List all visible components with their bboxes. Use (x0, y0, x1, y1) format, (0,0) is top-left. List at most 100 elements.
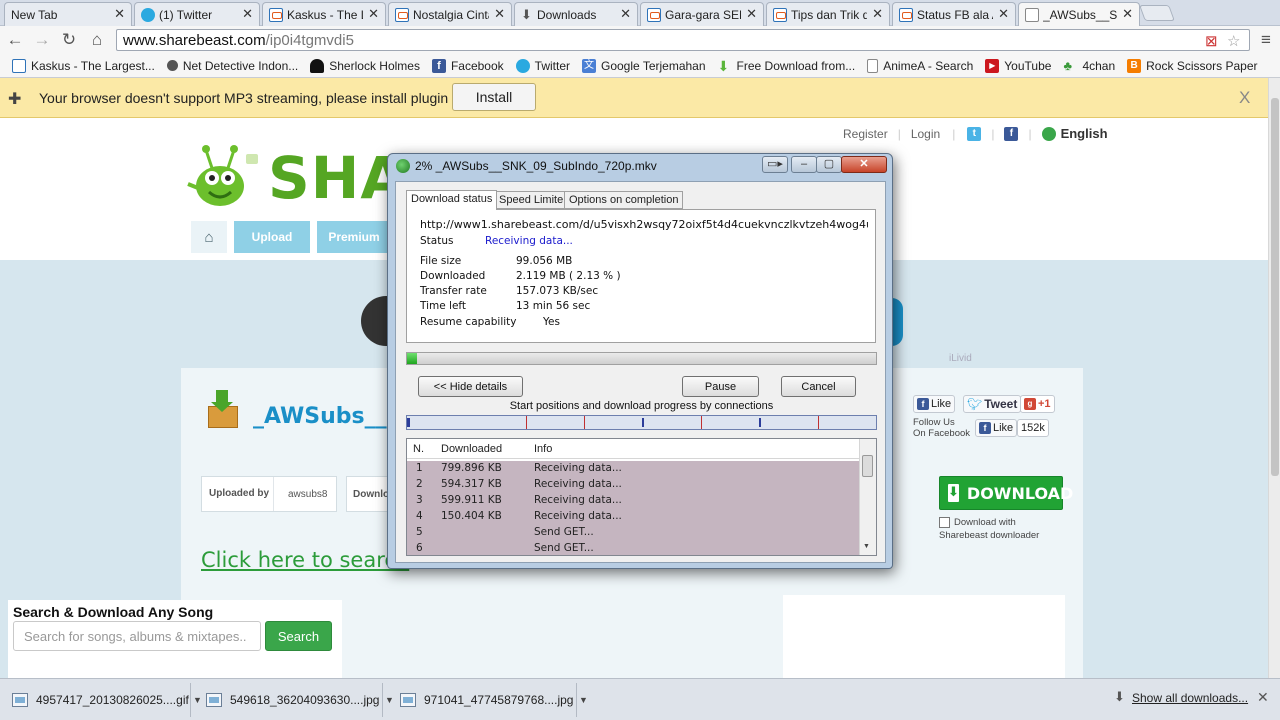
table-row[interactable]: 2 594.317 KB Receiving data... (407, 477, 859, 493)
row-n: 1 (416, 462, 423, 474)
close-icon[interactable]: ✕ (368, 6, 379, 22)
tab-awsubs[interactable]: _AWSubs__SNK_ ✕ (1018, 2, 1140, 27)
facebook-like-button-2[interactable]: f Like (975, 419, 1018, 437)
page-scrollbar[interactable] (1268, 78, 1280, 678)
home-icon[interactable]: ⌂ (86, 30, 108, 50)
chevron-down-icon[interactable]: ▼ (576, 683, 590, 717)
download-item[interactable]: 549618_36204093630....jpg ▼ (206, 683, 394, 717)
tab-nostalgia[interactable]: Nostalgia Cinta ✕ (388, 2, 512, 26)
minimize-icon[interactable]: – (791, 156, 817, 173)
tab-kaskus[interactable]: Kaskus - The La ✕ (262, 2, 386, 26)
close-icon[interactable]: ✕ (114, 6, 125, 22)
song-search-input[interactable] (13, 621, 261, 651)
tab-speed-limiter[interactable]: Speed Limiter (494, 191, 572, 209)
tab-status-fb[interactable]: Status FB ala Ar ✕ (892, 2, 1016, 26)
home-icon[interactable]: ⌂ (191, 221, 227, 253)
search-link[interactable]: Click here to search (201, 548, 409, 572)
address-bar[interactable]: www.sharebeast.com/ip0i4tgmvdi5 ⊠ ☆ (116, 29, 1250, 51)
download-button[interactable]: ⬇ DOWNLOAD (939, 476, 1073, 510)
column-info[interactable]: Info (534, 443, 552, 455)
nav-upload[interactable]: Upload (234, 221, 310, 253)
download-count-label: Downlo (353, 488, 390, 500)
bookmark-kaskus[interactable]: Kaskus - The Largest... (6, 55, 161, 77)
cancel-button[interactable]: Cancel (781, 376, 856, 397)
download-item[interactable]: 4957417_20130826025....gif ▼ (12, 683, 202, 717)
tab-new-tab[interactable]: New Tab ✕ (4, 2, 132, 26)
chevron-down-icon[interactable]: ▼ (190, 683, 204, 717)
close-icon[interactable]: ✕ (620, 6, 631, 22)
maximize-icon[interactable]: ▢ (816, 156, 842, 173)
download-item[interactable]: 971041_47745879768....jpg ▼ (400, 683, 588, 717)
scroll-down-icon[interactable]: ▼ (863, 543, 870, 550)
bookmark-animea[interactable]: AnimeA - Search (861, 55, 979, 77)
column-n[interactable]: N. (413, 443, 424, 455)
menu-icon[interactable]: ≡ (1255, 30, 1277, 50)
show-all-downloads-link[interactable]: Show all downloads... (1132, 691, 1248, 705)
uploaded-by-value[interactable]: awsubs8 (274, 489, 327, 500)
twitter-icon[interactable]: t (967, 126, 982, 141)
table-row[interactable]: 5 Send GET... (407, 525, 859, 541)
close-icon[interactable]: ✕ (1257, 689, 1269, 706)
connections-progress-bar (406, 415, 877, 430)
table-row[interactable]: 3 599.911 KB Receiving data... (407, 493, 859, 509)
scrollbar-thumb[interactable] (1271, 98, 1279, 476)
tab-title: _AWSubs__SNK_ (1043, 8, 1117, 22)
bookmark-net-detective[interactable]: Net Detective Indon... (161, 55, 304, 77)
forward-icon[interactable]: → (31, 30, 53, 50)
table-scrollbar[interactable]: ▼ (859, 439, 876, 555)
twitter-icon (141, 7, 155, 22)
connection-2-start (526, 416, 527, 429)
tweet-button[interactable]: 🐦︎ Tweet (963, 395, 1022, 413)
bookmark-youtube[interactable]: ▶ YouTube (979, 55, 1057, 77)
table-scroll-thumb[interactable] (862, 455, 873, 477)
blocked-popup-icon[interactable]: ⊠ (1205, 32, 1218, 50)
star-icon[interactable]: ☆ (1227, 32, 1240, 50)
song-search-button[interactable]: Search (265, 621, 332, 651)
language-selector[interactable]: English (1061, 126, 1108, 141)
row-n: 5 (416, 526, 423, 538)
table-row[interactable]: 4 150.404 KB Receiving data... (407, 509, 859, 525)
chevron-down-icon[interactable]: ▼ (382, 683, 396, 717)
close-icon[interactable]: ✕ (841, 156, 887, 173)
bookmark-facebook[interactable]: f Facebook (426, 55, 510, 77)
bookmark-4chan[interactable]: ♣ 4chan (1057, 55, 1121, 77)
new-tab-button[interactable] (1139, 5, 1175, 21)
close-icon[interactable]: ✕ (242, 6, 253, 22)
bookmark-sherlock[interactable]: Sherlock Holmes (304, 55, 426, 77)
column-downloaded[interactable]: Downloaded (441, 443, 502, 455)
dialog-titlebar[interactable]: 2% _AWSubs__SNK_09_SubIndo_720p.mkv ▭▸ –… (388, 154, 892, 178)
tab-download-status[interactable]: Download status (406, 190, 498, 210)
table-row[interactable]: 1 799.896 KB Receiving data... (407, 461, 859, 477)
facebook-icon[interactable]: f (1004, 126, 1019, 141)
install-button[interactable]: Install (452, 83, 536, 111)
close-icon[interactable]: ✕ (872, 6, 883, 22)
twitter-bird-icon: 🐦︎ (967, 397, 983, 411)
nav-premium[interactable]: Premium (317, 221, 391, 253)
bookmark-rock-scissors[interactable]: B Rock Scissors Paper (1121, 55, 1263, 77)
reload-icon[interactable]: ↻ (58, 30, 80, 50)
back-icon[interactable]: ← (4, 30, 26, 50)
bookmark-google-translate[interactable]: 文 Google Terjemahan (576, 55, 712, 77)
hide-details-button[interactable]: << Hide details (418, 376, 523, 397)
pause-button[interactable]: Pause (682, 376, 759, 397)
tab-gara-gara[interactable]: Gara-gara SEMA ✕ (640, 2, 764, 26)
close-icon[interactable]: ✕ (494, 6, 505, 22)
close-icon[interactable]: ✕ (1122, 6, 1133, 22)
close-icon[interactable]: ✕ (746, 6, 757, 22)
login-link[interactable]: Login (911, 127, 940, 141)
google-plus-button[interactable]: g +1 (1020, 395, 1055, 413)
extra-arrow-icon[interactable]: ▭▸ (762, 156, 788, 173)
tab-tips[interactable]: Tips dan Trik d ✕ (766, 2, 890, 26)
close-icon[interactable]: ✕ (998, 6, 1009, 22)
close-icon[interactable]: X (1239, 88, 1250, 108)
tab-downloads[interactable]: ⬇ Downloads ✕ (514, 2, 638, 26)
register-link[interactable]: Register (843, 127, 888, 141)
tab-options-on-completion[interactable]: Options on completion (564, 191, 684, 209)
bookmark-free-download[interactable]: ⬇ Free Download from... (712, 55, 862, 77)
table-row[interactable]: 6 Send GET... (407, 541, 859, 555)
downloader-checkbox[interactable] (939, 517, 950, 528)
resume-value: Yes (543, 316, 560, 328)
tab-twitter[interactable]: (1) Twitter ✕ (134, 2, 260, 26)
facebook-like-button[interactable]: f Like (913, 395, 956, 413)
bookmark-twitter[interactable]: Twitter (510, 55, 576, 77)
